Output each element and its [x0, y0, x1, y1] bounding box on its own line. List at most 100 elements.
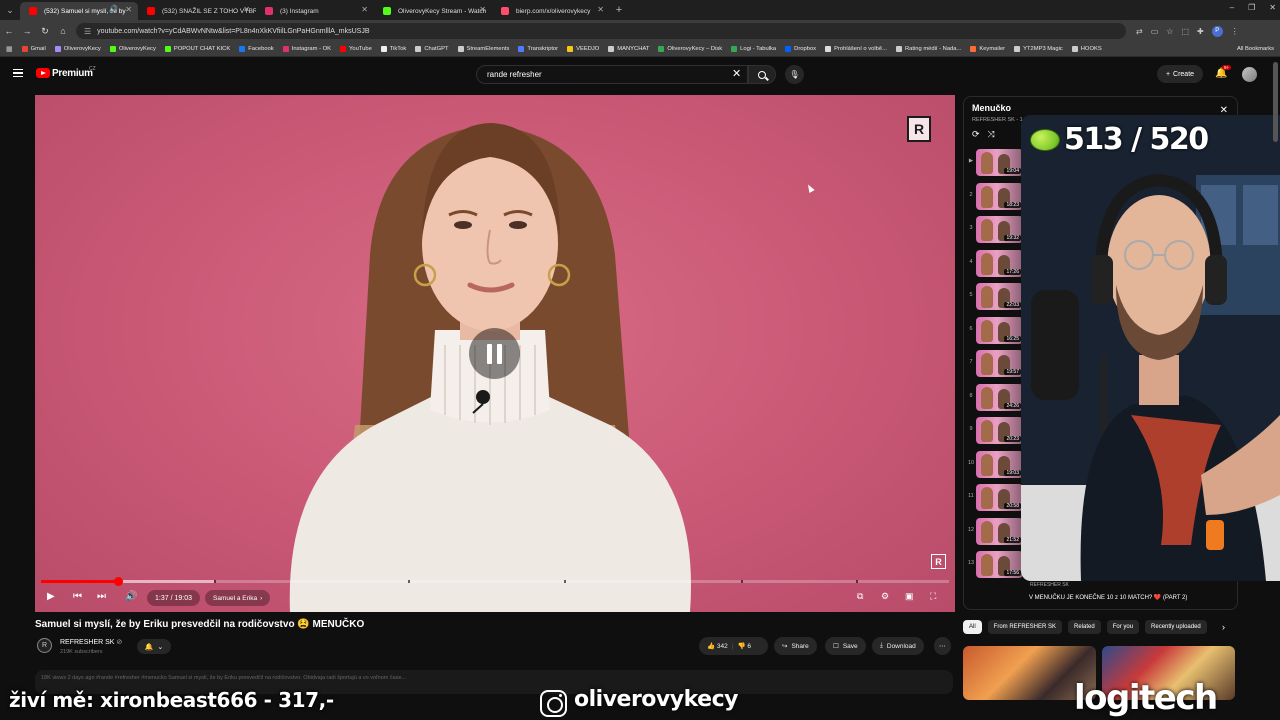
download-button[interactable]: ⤓ Download	[872, 637, 924, 655]
playlist-title[interactable]: Menučko	[972, 103, 1011, 113]
url-field[interactable]: ☰ youtube.com/watch?v=yCdABWvNNtw&list=P…	[76, 23, 1126, 39]
translate-icon[interactable]: ⇄	[1136, 27, 1143, 36]
home-icon[interactable]: ⌂	[54, 26, 72, 36]
bookmark-item[interactable]: Dropbox	[785, 46, 816, 52]
browser-tab[interactable]: (3) Instagram ✕	[256, 2, 374, 20]
browser-tab[interactable]: (532) Samuel si myslí, že by 🔊 ✕	[20, 2, 138, 20]
bookmark-item[interactable]: OliverovyKecy – Disk	[658, 46, 722, 52]
site-info-icon[interactable]: ☰	[84, 27, 91, 36]
like-button[interactable]: 👍 342	[707, 642, 728, 650]
miniplayer-icon[interactable]: ▣	[905, 591, 914, 602]
filter-chip[interactable]: For you	[1106, 620, 1140, 634]
tab-close-icon[interactable]: ✕	[597, 5, 604, 14]
youtube-brand[interactable]: Premium	[52, 68, 93, 79]
pause-overlay-icon[interactable]	[469, 328, 520, 379]
browser-tab[interactable]: OliverovyKecy Stream - Watch ✕	[374, 2, 492, 20]
tab-search-icon[interactable]: ⌄	[0, 0, 20, 20]
playlist-next-title[interactable]: V MENUČKU JE KONEČNE 10 z 10 MATCH? ❤️ (…	[1029, 594, 1239, 602]
progress-bar[interactable]	[41, 577, 949, 586]
cast-icon[interactable]: ▭	[1151, 27, 1159, 36]
extension-puzzle-icon[interactable]: ✚	[1197, 27, 1204, 36]
search-button[interactable]	[748, 65, 776, 84]
bookmark-item[interactable]: OliverovyKecy	[54, 46, 101, 52]
account-avatar[interactable]	[1242, 67, 1257, 82]
bookmark-item[interactable]: OliverovyKecy	[109, 46, 156, 52]
bookmark-item[interactable]: YT2MP3 Magic	[1014, 46, 1063, 52]
bookmark-item[interactable]: Gmail	[21, 46, 46, 52]
search-input[interactable]: rande refresher	[476, 65, 748, 84]
verified-icon: ⊘	[116, 639, 123, 646]
bookmark-label: Instagram - OK	[291, 46, 332, 52]
playlist-item-duration: 16:25	[1004, 335, 1021, 342]
subscribed-bell-button[interactable]: 🔔 ⌄	[137, 639, 171, 654]
next-icon[interactable]: ⏭	[97, 591, 106, 602]
bookmark-item[interactable]: Rating médií - Nada...	[895, 46, 961, 52]
bookmark-item[interactable]: TikTok	[380, 46, 406, 52]
new-tab-button[interactable]: +	[610, 4, 628, 16]
fullscreen-icon[interactable]: ⛶	[930, 591, 936, 602]
channel-name[interactable]: REFRESHER SK ⊘	[60, 638, 122, 646]
dislike-button[interactable]: 👎 6	[737, 642, 751, 650]
profile-avatar[interactable]: P	[1211, 25, 1223, 37]
filter-chip[interactable]: All	[963, 620, 982, 634]
branding-icon[interactable]: R	[931, 554, 946, 569]
tab-audio-icon[interactable]: 🔊	[109, 5, 118, 13]
bookmark-item[interactable]: ChatGPT	[415, 46, 449, 52]
bookmark-favicon-icon	[109, 46, 116, 52]
bookmark-item[interactable]: Facebook	[239, 46, 274, 52]
all-bookmarks-link[interactable]: All Bookmarks	[1237, 46, 1274, 52]
bookmark-label: POPOUT CHAT KICK	[173, 46, 231, 52]
volume-icon[interactable]: 🔊	[125, 591, 137, 602]
bookmark-item[interactable]: Prohlášení o volbě...	[825, 46, 887, 52]
tab-close-icon[interactable]: ✕	[243, 5, 250, 14]
maximize-icon[interactable]: ❐	[1248, 3, 1255, 12]
clear-search-icon[interactable]: ✕	[732, 67, 741, 80]
video-player[interactable]: R R ▶ ⏮ ⏭ 🔊 1:37 / 19:03 Samuel a Erika …	[35, 95, 955, 612]
hamburger-menu-icon[interactable]	[13, 69, 23, 77]
browser-tab[interactable]: (532) SNAŽIL SE Z TOHO VYBR ✕	[138, 2, 256, 20]
chips-next-icon[interactable]: ›	[1222, 622, 1225, 632]
create-button[interactable]: + Create	[1157, 65, 1203, 83]
settings-gear-icon[interactable]: ⚙	[881, 591, 889, 602]
shuffle-icon[interactable]: ⤨	[988, 129, 995, 140]
tab-close-icon[interactable]: ✕	[479, 5, 486, 14]
youtube-logo-icon[interactable]	[36, 68, 50, 78]
bookmark-item[interactable]: StreamElements	[457, 46, 509, 52]
bookmark-item[interactable]: Instagram - OK	[282, 46, 332, 52]
page-scrollbar[interactable]	[1273, 62, 1278, 142]
channel-watermark-icon[interactable]: R	[907, 116, 931, 142]
play-icon[interactable]: ▶	[47, 591, 55, 602]
browser-tab[interactable]: bierp.com/x/oliverovykecy ✕	[492, 2, 610, 20]
filter-chip[interactable]: From REFRESHER SK	[987, 620, 1063, 634]
save-button[interactable]: ☐ Save	[825, 637, 866, 655]
tab-close-icon[interactable]: ✕	[361, 5, 368, 14]
chapter-button[interactable]: Samuel a Erika ›	[205, 590, 271, 606]
back-icon[interactable]: ←	[0, 26, 18, 36]
minimize-icon[interactable]: –	[1230, 3, 1234, 12]
forward-icon[interactable]: →	[18, 26, 36, 36]
subtitles-icon[interactable]: ⧉	[857, 591, 863, 602]
bookmark-item[interactable]: Logi - Tabulka	[731, 46, 776, 52]
voice-search-icon[interactable]: 🎙	[785, 65, 804, 84]
bookmark-item[interactable]: MANYCHAT	[608, 46, 649, 52]
apps-grid-icon[interactable]: ▦	[6, 45, 13, 53]
chrome-menu-icon[interactable]: ⋮	[1231, 27, 1239, 36]
bookmark-item[interactable]: VEEDJO	[567, 46, 599, 52]
close-window-icon[interactable]: ✕	[1269, 3, 1276, 12]
bookmark-item[interactable]: YouTube	[340, 46, 372, 52]
reload-icon[interactable]: ↻	[36, 26, 54, 37]
extensions-icon[interactable]: ⬚	[1181, 27, 1189, 36]
loop-icon[interactable]: ⟳	[972, 129, 980, 140]
channel-avatar[interactable]: R	[37, 638, 52, 653]
more-actions-button[interactable]: ⋯	[934, 637, 951, 655]
tab-close-icon[interactable]: ✕	[125, 5, 132, 14]
bookmark-star-icon[interactable]: ☆	[1166, 27, 1173, 36]
filter-chip[interactable]: Related	[1068, 620, 1101, 634]
previous-icon[interactable]: ⏮	[73, 591, 82, 602]
bookmark-item[interactable]: Transkriptor	[518, 46, 558, 52]
bookmark-item[interactable]: Keymailer	[970, 46, 1005, 52]
bookmark-item[interactable]: POPOUT CHAT KICK	[164, 46, 231, 52]
share-button[interactable]: ↪ Share	[774, 637, 817, 655]
filter-chip[interactable]: Recently uploaded	[1145, 620, 1207, 634]
bookmark-item[interactable]: HOOKS	[1071, 46, 1102, 52]
